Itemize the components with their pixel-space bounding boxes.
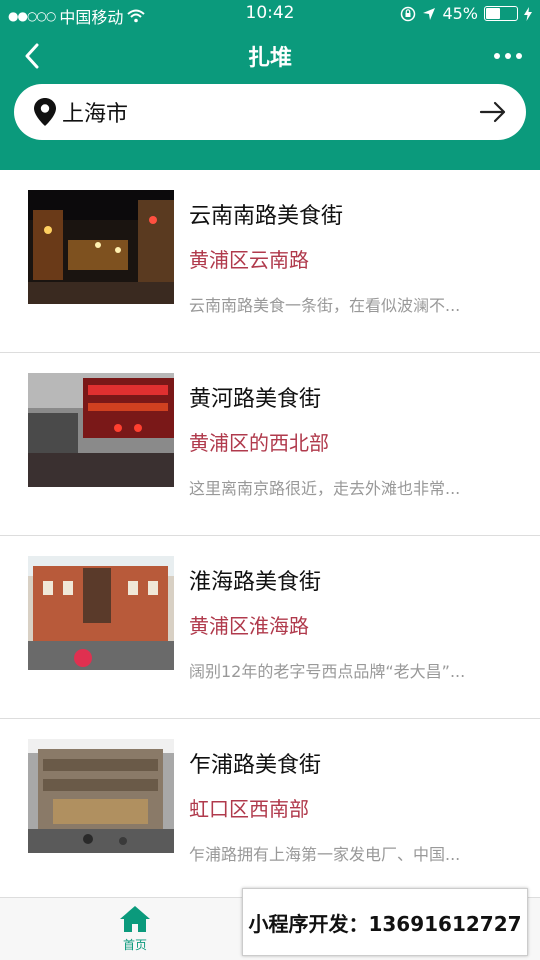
- street-area: 黄浦区云南路: [189, 248, 309, 272]
- street-photo: [28, 373, 174, 487]
- street-description: 乍浦路拥有上海第一家发电厂、中国...: [189, 845, 461, 864]
- food-street-list: 云南南路美食街 黄浦区云南路 云南南路美食一条街，在看似波澜不... 黄河路美食…: [0, 170, 540, 902]
- street-description: 阔别12年的老字号西点品牌“老大昌”...: [189, 662, 466, 681]
- city-name: 上海市: [62, 102, 129, 127]
- location-arrow-icon: [423, 7, 436, 20]
- tab-home[interactable]: 首页: [105, 904, 165, 953]
- ad-banner: 小程序开发：13691612727: [242, 888, 528, 956]
- street-name: 乍浦路美食街: [189, 753, 322, 778]
- more-dots-icon: [494, 53, 500, 59]
- street-area: 黄浦区淮海路: [189, 614, 309, 638]
- list-item[interactable]: 淮海路美食街 黄浦区淮海路 阔别12年的老字号西点品牌“老大昌”...: [0, 536, 540, 719]
- nav-bar: 扎堆: [0, 30, 540, 82]
- header: ●●○○○ 中国移动 10:42 45% 扎堆 上海市: [0, 0, 540, 170]
- home-icon: [120, 906, 150, 932]
- tab-home-label: 首页: [122, 938, 147, 952]
- street-photo: [28, 190, 174, 304]
- street-description: 这里离南京路很近，走去外滩也非常...: [189, 479, 461, 498]
- street-photo: [28, 556, 174, 670]
- battery-percent: 45%: [442, 4, 478, 23]
- page-title: 扎堆: [247, 46, 292, 71]
- street-name: 黄河路美食街: [189, 387, 322, 412]
- status-right: 45%: [400, 4, 532, 23]
- charging-icon: [524, 6, 532, 21]
- list-item[interactable]: 乍浦路美食街 虹口区西南部 乍浦路拥有上海第一家发电厂、中国...: [0, 719, 540, 902]
- more-button[interactable]: [494, 42, 522, 70]
- arrow-right-icon[interactable]: [478, 97, 508, 127]
- street-area: 黄浦区的西北部: [189, 431, 329, 455]
- city-search-bar[interactable]: 上海市: [14, 84, 526, 140]
- list-item[interactable]: 黄河路美食街 黄浦区的西北部 这里离南京路很近，走去外滩也非常...: [0, 353, 540, 536]
- status-bar: ●●○○○ 中国移动 10:42 45%: [0, 0, 540, 28]
- more-dot: [505, 53, 511, 59]
- street-photo: [28, 739, 174, 853]
- more-dot: [516, 53, 522, 59]
- list-item[interactable]: 云南南路美食街 黄浦区云南路 云南南路美食一条街，在看似波澜不...: [0, 170, 540, 353]
- street-area: 虹口区西南部: [189, 797, 309, 821]
- street-name: 淮海路美食街: [189, 570, 322, 595]
- battery-level: [486, 8, 501, 19]
- street-name: 云南南路美食街: [189, 204, 344, 229]
- rotation-lock-icon: [401, 6, 416, 21]
- location-pin-icon: [34, 98, 56, 126]
- street-description: 云南南路美食一条街，在看似波澜不...: [189, 296, 461, 315]
- battery-icon: [484, 6, 518, 21]
